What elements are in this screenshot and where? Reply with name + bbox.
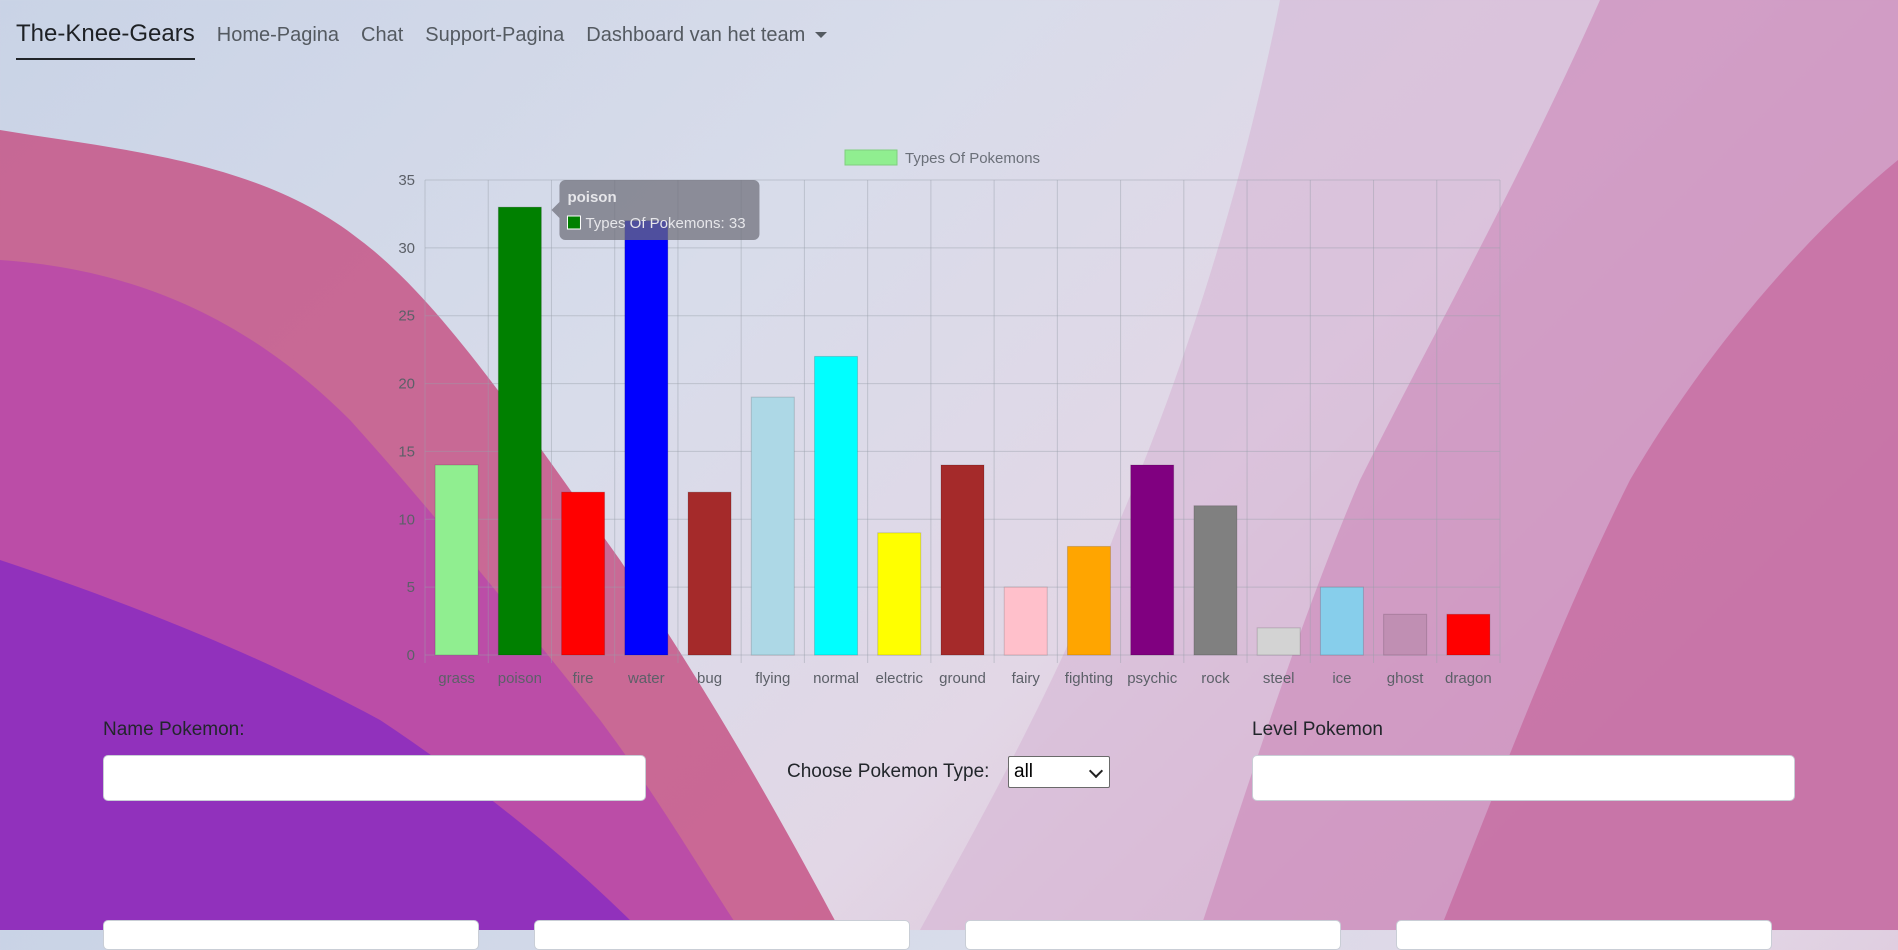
x-tick-label: dragon xyxy=(1445,670,1492,687)
bar-normal[interactable] xyxy=(814,355,859,656)
nav-chat-link[interactable]: Chat xyxy=(361,24,403,47)
x-tick-label: fairy xyxy=(1012,670,1041,687)
x-tick-label: steel xyxy=(1263,670,1295,687)
x-tick-label: normal xyxy=(813,670,859,687)
pokemon-type-select[interactable]: all xyxy=(1008,756,1110,788)
chevron-down-icon xyxy=(1088,763,1104,779)
x-tick-label: ground xyxy=(939,670,986,687)
legend-swatch[interactable] xyxy=(844,149,898,166)
bar-poison[interactable] xyxy=(497,206,542,656)
bar-electric[interactable] xyxy=(877,532,922,656)
tooltip-label: Types Of Pokemons: 33 xyxy=(585,215,745,232)
x-tick-label: ghost xyxy=(1387,670,1425,687)
caret-down-icon xyxy=(815,32,828,38)
x-tick-label: psychic xyxy=(1127,670,1178,687)
level-pokemon-input[interactable] xyxy=(1252,755,1795,801)
bar-fighting[interactable] xyxy=(1066,545,1111,656)
bar-flying[interactable] xyxy=(750,396,795,656)
y-tick-label: 25 xyxy=(398,308,415,325)
pokemon-card[interactable] xyxy=(534,920,910,950)
bar-ground[interactable] xyxy=(940,464,985,656)
tooltip-title: poison xyxy=(567,189,616,206)
bar-water[interactable] xyxy=(624,220,669,656)
x-tick-label: fire xyxy=(573,670,594,687)
x-tick-label: rock xyxy=(1201,670,1230,687)
y-tick-label: 0 xyxy=(407,647,415,664)
x-tick-label: ice xyxy=(1332,670,1351,687)
pokemon-types-bar-chart: 0 5 10 15 20 25 30 35 grass poison fire water bug fly… xyxy=(398,149,1501,687)
pokemon-card[interactable] xyxy=(965,920,1341,950)
name-pokemon-label: Name Pokemon: xyxy=(103,719,245,740)
bar-ghost[interactable] xyxy=(1383,613,1428,656)
nav-team-dashboard-label: Dashboard van het team xyxy=(586,23,806,46)
x-tick-label: water xyxy=(627,670,665,687)
level-pokemon-label: Level Pokemon xyxy=(1252,719,1383,740)
bar-psychic[interactable] xyxy=(1130,464,1175,656)
nav-support-link[interactable]: Support-Pagina xyxy=(425,24,564,47)
bar-bug[interactable] xyxy=(687,491,732,656)
tooltip-caret xyxy=(551,202,560,218)
brand-link[interactable]: The-Knee-Gears xyxy=(16,20,195,60)
bar-dragon[interactable] xyxy=(1446,613,1491,656)
y-tick-label: 5 xyxy=(407,579,415,596)
bar-fire[interactable] xyxy=(561,491,606,656)
nav-team-dashboard-dropdown[interactable]: Dashboard van het team xyxy=(586,23,828,47)
x-tick-label: poison xyxy=(498,670,542,687)
pokemon-card[interactable] xyxy=(1396,920,1772,950)
bar-steel[interactable] xyxy=(1256,627,1301,656)
x-tick-label: grass xyxy=(438,670,475,687)
pokemon-type-selected: all xyxy=(1014,761,1034,782)
nav-home-link[interactable]: Home-Pagina xyxy=(217,24,339,47)
pokemon-card[interactable] xyxy=(103,920,479,950)
pokemon-type-label: Choose Pokemon Type: xyxy=(787,761,990,782)
tooltip-swatch xyxy=(566,215,581,230)
bar-rock[interactable] xyxy=(1193,505,1238,656)
y-tick-label: 15 xyxy=(398,443,415,460)
x-tick-label: bug xyxy=(697,670,722,687)
y-tick-label: 20 xyxy=(398,376,415,393)
y-tick-label: 10 xyxy=(398,511,415,528)
filter-form: Name Pokemon: Choose Pokemon Type: all L… xyxy=(0,700,1898,950)
y-tick-label: 35 xyxy=(398,172,415,189)
bar-fairy[interactable] xyxy=(1003,586,1048,656)
bar-ice[interactable] xyxy=(1319,586,1364,656)
top-navbar: The-Knee-Gears Home-Pagina Chat Support-… xyxy=(0,0,1898,70)
bar-grass[interactable] xyxy=(434,464,479,656)
x-tick-label: flying xyxy=(755,670,790,687)
x-tick-label: fighting xyxy=(1065,670,1113,687)
y-tick-label: 30 xyxy=(398,240,415,257)
name-pokemon-input[interactable] xyxy=(103,755,646,801)
x-tick-label: electric xyxy=(876,670,924,687)
legend-label[interactable]: Types Of Pokemons xyxy=(905,150,1040,167)
